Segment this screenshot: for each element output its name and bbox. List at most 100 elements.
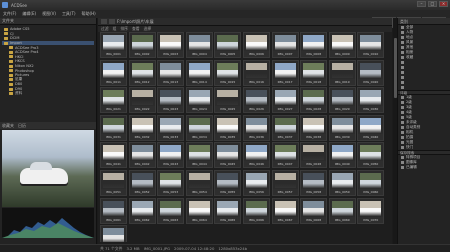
menu-view[interactable]: 视图(V) [42,11,56,17]
thumbnail[interactable]: IMG_0023 [157,87,185,114]
checkbox-icon[interactable] [401,71,404,74]
thumbnail[interactable]: IMG_0046 [242,142,270,169]
thumbnail[interactable]: IMG_0006 [242,32,270,58]
thumbnail[interactable]: IMG_0031 [100,114,127,141]
thumbnail[interactable]: IMG_0024 [185,87,213,114]
menu-edit[interactable]: 编辑(E) [22,11,36,17]
checkbox-icon[interactable] [401,96,404,99]
thumbnail[interactable]: IMG_0043 [157,142,185,169]
thumbnail[interactable]: IMG_0026 [242,87,270,114]
thumbnail[interactable]: IMG_0038 [300,114,328,141]
category-item[interactable]: 已编辑 [398,165,450,170]
thumbnail[interactable]: IMG_0036 [242,114,270,141]
thumbnail[interactable]: IMG_0007 [271,32,299,58]
checkbox-icon[interactable] [401,161,404,164]
checkbox-icon[interactable] [401,56,404,59]
thumbnail[interactable]: IMG_0057 [271,169,299,196]
thumbnail[interactable]: IMG_0055 [214,169,242,196]
thumbnail[interactable]: IMG_0015 [214,59,242,86]
thumbnail[interactable]: IMG_0045 [214,142,242,169]
thumbnail[interactable]: IMG_0058 [300,169,328,196]
thumbnail[interactable]: IMG_0062 [128,197,156,224]
checkbox-icon[interactable] [401,51,404,54]
thumbnail[interactable]: IMG_0037 [271,114,299,141]
thumbnail[interactable]: IMG_0016 [242,59,270,86]
thumbnail[interactable]: IMG_0048 [300,142,328,169]
thumbnail[interactable]: IMG_0050 [357,142,385,169]
checkbox-icon[interactable] [401,126,404,129]
thumbnail[interactable]: IMG_0033 [157,114,185,141]
checkbox-icon[interactable] [401,36,404,39]
path-text[interactable]: F:\Import\照片\车展 [117,19,154,25]
checkbox-icon[interactable] [401,66,404,69]
checkbox-icon[interactable] [401,101,404,104]
checkbox-icon[interactable] [401,121,404,124]
thumbnail[interactable]: IMG_0044 [185,142,213,169]
checkbox-icon[interactable] [401,141,404,144]
thumbnail[interactable]: IMG_0003 [157,32,185,58]
back-icon[interactable] [101,19,107,24]
thumbnail[interactable]: IMG_0020 [357,59,385,86]
checkbox-icon[interactable] [401,136,404,139]
maximize-icon[interactable]: □ [428,1,437,7]
checkbox-icon[interactable] [401,146,404,149]
thumbnail[interactable]: IMG_0061 [100,197,127,224]
checkbox-icon[interactable] [401,31,404,34]
thumbnail[interactable]: IMG_0025 [214,87,242,114]
thumbnail[interactable]: IMG_0042 [128,142,156,169]
thumbnail[interactable]: IMG_0059 [328,169,356,196]
thumbnail[interactable]: IMG_0053 [157,169,185,196]
tab-favorites[interactable]: 收藏夹 [2,123,14,129]
thumbnail[interactable]: IMG_0051 [100,169,127,196]
menu-help[interactable]: 帮助(H) [82,11,96,17]
thumbnail[interactable]: IMG_0067 [271,197,299,224]
checkbox-icon[interactable] [401,76,404,79]
checkbox-icon[interactable] [401,131,404,134]
thumbnail[interactable]: IMG_0070 [357,197,385,224]
checkbox-icon[interactable] [401,41,404,44]
checkbox-icon[interactable] [401,61,404,64]
menu-tools[interactable]: 工具(T) [62,11,76,17]
thumbnail[interactable]: IMG_0028 [300,87,328,114]
thumbnail[interactable]: IMG_0054 [185,169,213,196]
folder-tree-item[interactable]: 资料 [2,91,94,96]
thumbnail[interactable]: IMG_0056 [242,169,270,196]
checkbox-icon[interactable] [401,26,404,29]
thumbnail[interactable]: IMG_0018 [300,59,328,86]
checkbox-icon[interactable] [401,116,404,119]
forward-icon[interactable] [109,19,115,24]
checkbox-icon[interactable] [401,156,404,159]
thumbnail[interactable]: IMG_0063 [157,197,185,224]
thumbnail[interactable]: IMG_0064 [185,197,213,224]
checkbox-icon[interactable] [401,166,404,169]
thumbnail[interactable]: IMG_0068 [300,197,328,224]
thumbnail[interactable]: IMG_0065 [214,197,242,224]
thumbnail[interactable]: IMG_0005 [214,32,242,58]
thumbnail[interactable]: IMG_0071 [100,225,127,242]
folder-tab[interactable]: 文件夹 [0,18,96,25]
category-header[interactable]: 类别 [398,18,450,25]
thumbnail[interactable]: IMG_0004 [185,32,213,58]
menu-file[interactable]: 文件(F) [3,11,16,17]
thumbnail[interactable]: IMG_0008 [300,32,328,58]
thumbnail[interactable]: IMG_0009 [328,32,356,58]
thumbnail[interactable]: IMG_0012 [128,59,156,86]
thumbnail[interactable]: IMG_0030 [357,87,385,114]
thumbnail[interactable]: IMG_0032 [128,114,156,141]
thumbnail[interactable]: IMG_0002 [128,32,156,58]
thumbnail[interactable]: IMG_0060 [357,169,385,196]
checkbox-icon[interactable] [401,86,404,89]
thumbnail[interactable]: IMG_0010 [357,32,385,58]
checkbox-icon[interactable] [401,106,404,109]
thumbnail[interactable]: IMG_0034 [185,114,213,141]
thumbnail[interactable]: IMG_0019 [328,59,356,86]
checkbox-icon[interactable] [401,111,404,114]
thumbnail[interactable]: IMG_0069 [328,197,356,224]
thumbnail[interactable]: IMG_0047 [271,142,299,169]
thumbnail[interactable]: IMG_0013 [157,59,185,86]
thumbnail[interactable]: IMG_0017 [271,59,299,86]
minimize-icon[interactable]: – [417,1,426,7]
thumbnail[interactable]: IMG_0027 [271,87,299,114]
thumbnail[interactable]: IMG_0052 [128,169,156,196]
tab-calendar[interactable]: 日历 [18,123,26,129]
